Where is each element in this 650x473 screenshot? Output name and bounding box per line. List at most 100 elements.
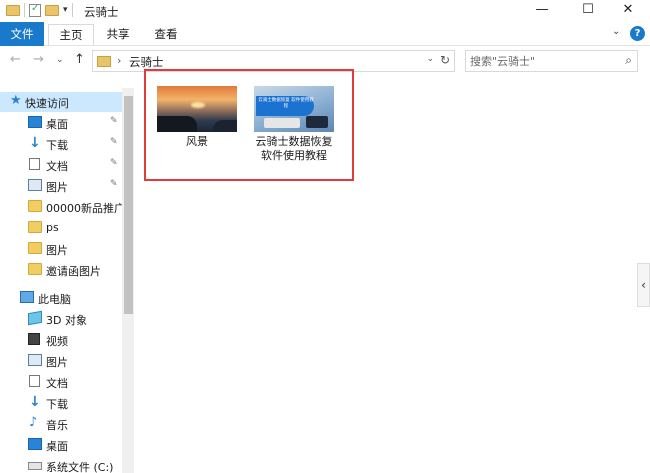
sidebar-item-label: 桌面 xyxy=(46,440,68,453)
search-input[interactable] xyxy=(470,53,615,69)
sun-shape xyxy=(191,102,205,108)
sidebar-item-pictures[interactable]: 图片 ✎ xyxy=(0,176,122,196)
sidebar-item-pc-documents[interactable]: 文档 xyxy=(0,372,122,392)
divider xyxy=(24,3,25,17)
divider xyxy=(71,3,73,17)
sidebar-item-label: 下载 xyxy=(46,398,68,411)
sidebar-item-label: 音乐 xyxy=(46,419,68,432)
3d-objects-icon xyxy=(28,310,42,326)
sidebar-item-quick-access[interactable]: ★ 快速访问 xyxy=(0,92,122,112)
pin-icon[interactable]: ✎ xyxy=(110,158,118,168)
sidebar-item-label: 邀请函图片 xyxy=(46,265,101,278)
sidebar-item-label: 系统文件 (C:) xyxy=(46,461,114,473)
sidebar-item-label: 视频 xyxy=(46,335,68,348)
customize-toolbar-dropdown[interactable]: ▾ xyxy=(63,5,68,15)
desktop-icon xyxy=(28,438,42,450)
back-arrow-icon[interactable]: ← xyxy=(10,52,21,67)
pin-icon[interactable]: ✎ xyxy=(110,179,118,189)
folder-icon xyxy=(97,56,111,67)
tab-file[interactable]: 文件 xyxy=(0,22,44,46)
forward-arrow-icon[interactable]: → xyxy=(33,52,44,67)
sidebar-item-this-pc[interactable]: 此电脑 xyxy=(0,288,122,308)
new-folder-icon[interactable] xyxy=(45,4,59,16)
tab-home[interactable]: 主页 xyxy=(48,24,94,45)
document-icon xyxy=(29,375,40,387)
sidebar-item-pc-desktop[interactable]: 桌面 xyxy=(0,435,122,455)
maximize-button[interactable]: ☐ xyxy=(566,0,610,22)
file-name-line-1: 云骑士数据恢复 xyxy=(255,135,333,148)
search-icon[interactable]: ⌕ xyxy=(625,53,632,68)
drive-icon xyxy=(28,462,42,470)
download-icon: ↓ xyxy=(29,135,41,151)
sidebar-item-desktop[interactable]: 桌面 ✎ xyxy=(0,113,122,133)
sidebar-item-documents[interactable]: 文档 ✎ xyxy=(0,155,122,175)
sidebar-item-music[interactable]: ♪ 音乐 xyxy=(0,414,122,434)
sidebar-item-folder-promo[interactable]: 00000新品推广; xyxy=(0,197,122,217)
picture-icon xyxy=(28,179,42,191)
close-button[interactable]: ✕ xyxy=(606,0,650,22)
ribbon-tabs: 文件 主页 共享 查看 ⌄ ? xyxy=(0,22,650,46)
sidebar-item-label: 快速访问 xyxy=(25,97,69,110)
sidebar-item-label: ps xyxy=(46,221,59,234)
folder-icon xyxy=(28,200,42,212)
refresh-icon[interactable]: ↻ xyxy=(440,53,450,67)
sidebar-item-label: 文档 xyxy=(46,160,68,173)
file-name-line-2: 软件使用教程 xyxy=(261,149,327,162)
title-bar: ▾ 云骑士 — ☐ ✕ xyxy=(0,0,650,22)
sidebar-item-label: 桌面 xyxy=(46,118,68,131)
document-icon xyxy=(29,158,40,170)
desktop-icon xyxy=(28,116,42,128)
device-shape xyxy=(306,116,328,128)
file-item-tutorial[interactable]: 云骑士数据恢复 软件使用教程 云骑士数据恢复 软件使用教程 xyxy=(250,85,338,167)
thumbnail-landscape-photo xyxy=(157,86,237,132)
sidebar-item-label: 图片 xyxy=(46,244,68,257)
sidebar-item-3d-objects[interactable]: 3D 对象 xyxy=(0,309,122,329)
details-pane-toggle-icon[interactable]: ‹ xyxy=(637,263,650,307)
expand-ribbon-icon[interactable]: ⌄ xyxy=(612,26,620,37)
rock-shape xyxy=(157,116,197,132)
sidebar-item-folder-invitations[interactable]: 邀请函图片 xyxy=(0,260,122,280)
sidebar-item-folder-ps[interactable]: ps xyxy=(0,218,122,238)
sidebar-item-drive-c[interactable]: 系统文件 (C:) xyxy=(0,456,122,473)
folder-icon xyxy=(28,263,42,275)
search-box[interactable]: ⌕ xyxy=(465,50,638,72)
sidebar-item-downloads[interactable]: ↓ 下载 ✎ xyxy=(0,134,122,154)
thumbnail-text: 云骑士数据恢复 软件使用教程 xyxy=(258,98,314,109)
breadcrumb[interactable]: 云骑士 xyxy=(129,54,164,70)
address-dropdown-icon[interactable]: ⌄ xyxy=(426,54,434,64)
picture-icon xyxy=(28,354,42,366)
help-icon[interactable]: ? xyxy=(630,26,645,41)
sidebar-item-pc-pictures[interactable]: 图片 xyxy=(0,351,122,371)
sidebar-item-label: 3D 对象 xyxy=(46,314,87,327)
quick-access-toolbar: ▾ xyxy=(6,3,73,17)
tab-share[interactable]: 共享 xyxy=(96,24,140,45)
file-item-landscape[interactable]: 风景 xyxy=(154,85,240,155)
sidebar-item-label: 此电脑 xyxy=(38,293,71,306)
breadcrumb-separator-icon[interactable]: › xyxy=(117,54,121,67)
music-icon: ♪ xyxy=(29,415,38,430)
properties-icon[interactable] xyxy=(29,3,41,17)
video-icon xyxy=(28,333,40,345)
download-icon: ↓ xyxy=(29,394,41,410)
minimize-button[interactable]: — xyxy=(520,0,564,22)
up-arrow-icon[interactable]: ↑ xyxy=(74,52,85,67)
sidebar-item-folder-pictures[interactable]: 图片 xyxy=(0,239,122,259)
recent-locations-icon[interactable]: ⌄ xyxy=(56,55,64,65)
tab-view[interactable]: 查看 xyxy=(144,24,188,45)
pin-icon[interactable]: ✎ xyxy=(110,137,118,147)
file-name: 风景 xyxy=(186,135,208,148)
sidebar-item-pc-downloads[interactable]: ↓ 下载 xyxy=(0,393,122,413)
sidebar-item-label: 下载 xyxy=(46,139,68,152)
sidebar-item-label: 00000新品推广; xyxy=(46,202,122,215)
navigation-pane: ★ 快速访问 桌面 ✎ ↓ 下载 ✎ 文档 ✎ 图片 ✎ 00000新品推广; … xyxy=(0,88,134,473)
folder-icon xyxy=(28,242,42,254)
folder-icon xyxy=(28,221,42,233)
sidebar-scrollbar-thumb[interactable] xyxy=(124,96,133,314)
sidebar-item-videos[interactable]: 视频 xyxy=(0,330,122,350)
sidebar-item-label: 图片 xyxy=(46,356,68,369)
window-title: 云骑士 xyxy=(84,5,119,19)
star-icon: ★ xyxy=(10,93,22,108)
thumbnail-tutorial-image: 云骑士数据恢复 软件使用教程 xyxy=(254,86,334,132)
rock-shape xyxy=(213,120,237,132)
pin-icon[interactable]: ✎ xyxy=(110,116,118,126)
